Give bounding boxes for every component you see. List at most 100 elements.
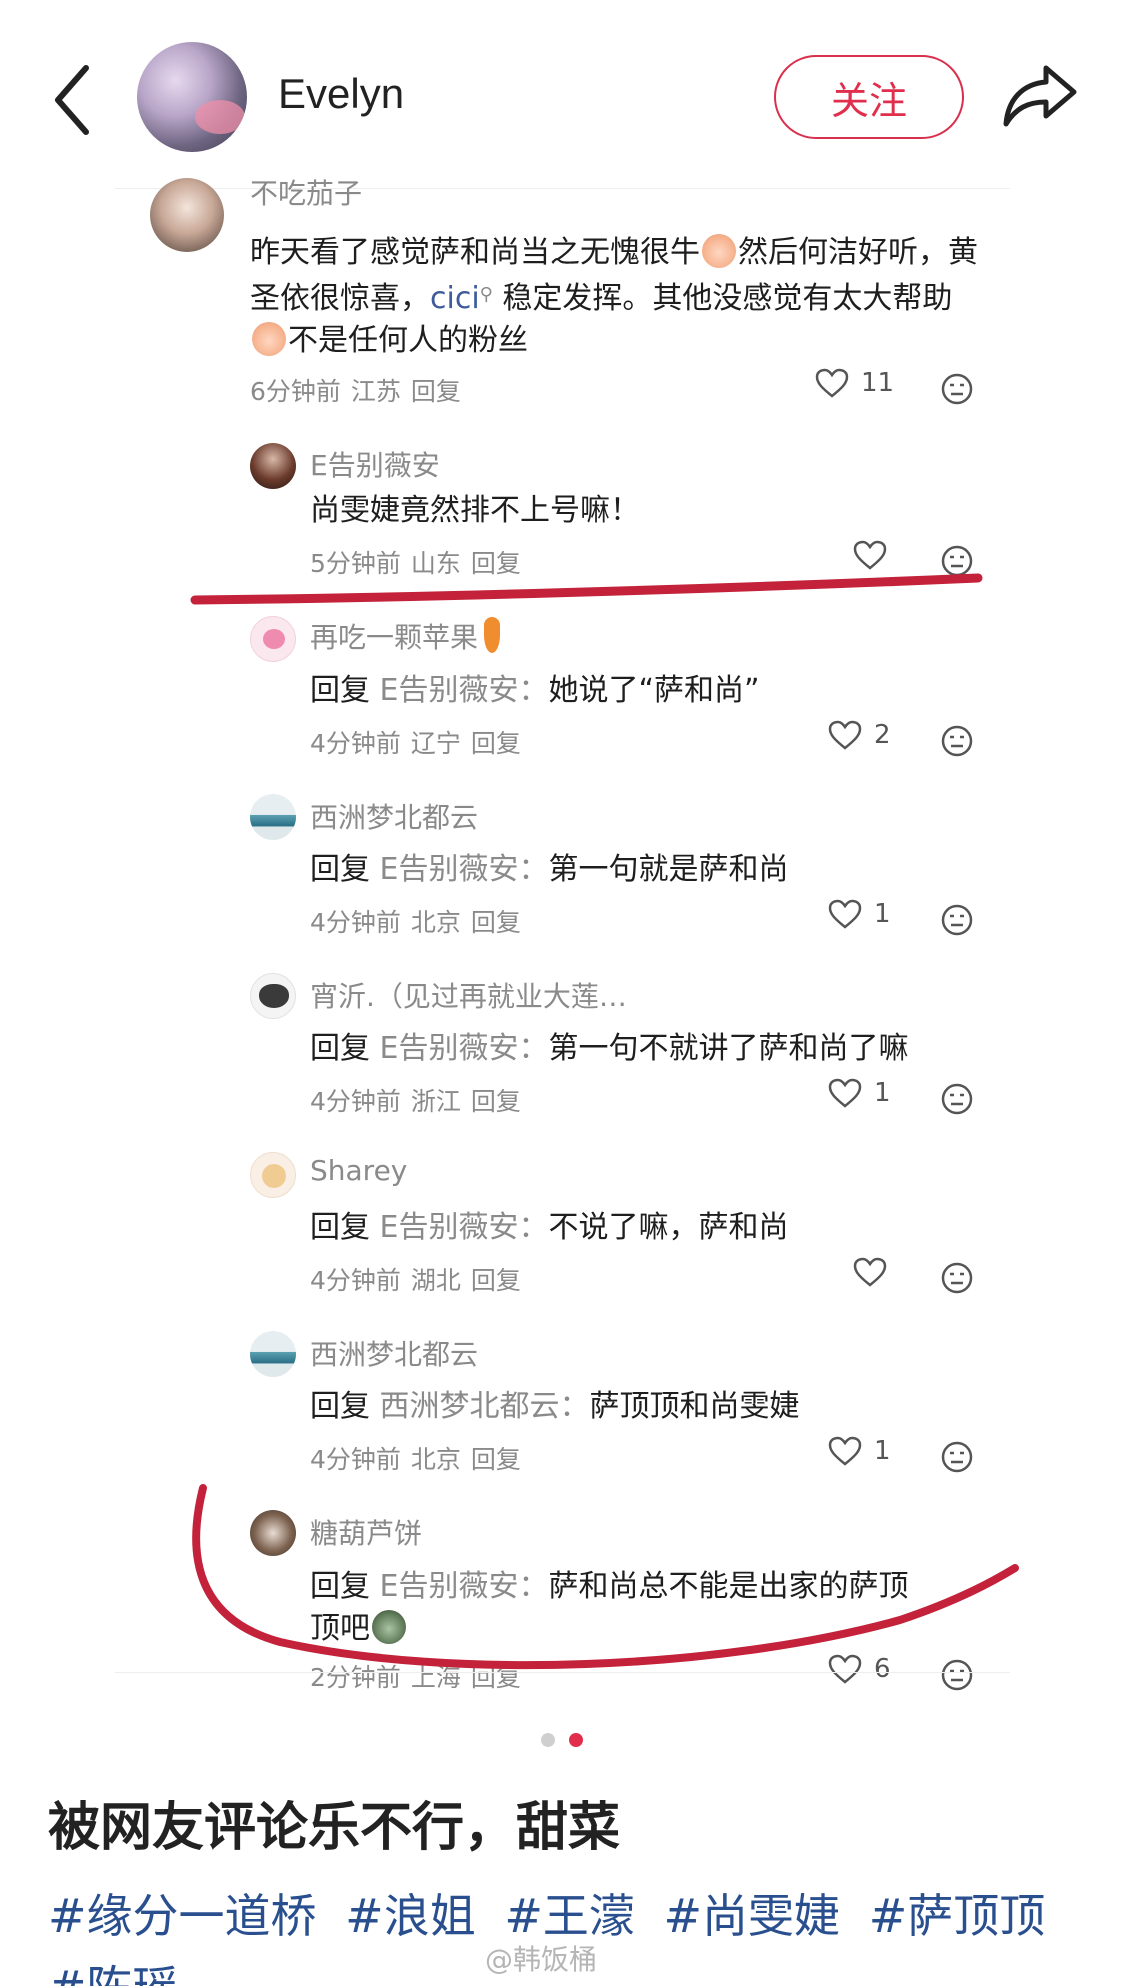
reply-prefix: 回复 [310, 1031, 370, 1066]
reply-link[interactable]: 回复 [471, 549, 521, 578]
hashtag[interactable]: #缘分一道桥 [48, 1889, 317, 1943]
reply-target[interactable]: E告别薇安： [380, 1031, 549, 1066]
reply-link[interactable]: 回复 [411, 377, 461, 406]
comment-text: 昨天看了感觉萨和尚当之无愧很牛 然后何洁好听，黄圣依很惊喜，cici⚲ 稳定发挥。… [250, 232, 990, 362]
heart-icon [853, 540, 887, 570]
like-button[interactable] [853, 1257, 899, 1287]
reply-text: 回复 E告别薇安：第一句就是萨和尚 [310, 849, 789, 891]
location: 浙江 [410, 1087, 461, 1116]
like-count: 2 [874, 720, 891, 750]
emoji-icon[interactable] [940, 903, 974, 937]
location: 江苏 [350, 377, 401, 406]
location: 山东 [410, 549, 461, 578]
like-button[interactable]: 2 [828, 720, 891, 750]
hashtag[interactable]: #浪姐 [345, 1889, 476, 1943]
reply-link[interactable]: 回复 [471, 1266, 521, 1295]
avatar [150, 178, 224, 252]
comment-username: 不吃茄子 [250, 177, 363, 210]
reply-text: 尚雯婕竟然排不上号嘛！ [310, 493, 640, 528]
comment-text-part: 不是任何人的粉丝 [288, 323, 528, 358]
like-button[interactable]: 1 [828, 899, 891, 929]
heart-icon [828, 720, 862, 750]
reply-target[interactable]: E告别薇安： [380, 1210, 549, 1245]
watermark: @韩饭桶 [485, 1943, 598, 1976]
reply-meta: 4分钟前 北京 回复 [310, 1440, 531, 1476]
reply-meta: 2分钟前 上海 回复 [310, 1658, 531, 1694]
like-button[interactable]: 6 [828, 1654, 891, 1684]
timestamp: 6分钟前 [250, 377, 341, 406]
reply-prefix: 回复 [310, 1569, 370, 1604]
reply-link[interactable]: 回复 [471, 729, 521, 758]
reply-meta: 4分钟前 浙江 回复 [310, 1082, 531, 1118]
reply-link[interactable]: 回复 [471, 1087, 521, 1116]
reply-target[interactable]: E告别薇安： [380, 673, 549, 708]
like-button[interactable] [853, 540, 899, 570]
mention-link[interactable]: cici [430, 281, 480, 316]
follow-button[interactable]: 关注 [774, 55, 964, 139]
emoji-icon[interactable] [940, 1658, 974, 1692]
location: 上海 [410, 1663, 461, 1692]
like-button[interactable]: 1 [828, 1436, 891, 1466]
reply-target[interactable]: 西洲梦北都云： [380, 1389, 590, 1424]
cat-emoji-icon [372, 1610, 406, 1644]
reply-meta: 5分钟前 山东 回复 [310, 544, 531, 580]
avatar [250, 973, 296, 1019]
reply-link[interactable]: 回复 [471, 908, 521, 937]
hashtag[interactable]: #萨顶顶 [869, 1889, 1046, 1943]
heart-icon [815, 368, 849, 398]
share-icon[interactable] [1000, 60, 1080, 130]
heart-icon [853, 1257, 887, 1287]
like-button[interactable]: 11 [815, 368, 894, 398]
emoji-icon[interactable] [940, 544, 974, 578]
comment-screenshot: 不吃茄子 昨天看了感觉萨和尚当之无愧很牛 然后何洁好听，黄圣依很惊喜，cici⚲ … [0, 177, 1125, 1692]
comment-text-part: 稳定发挥。其他没感觉有太大帮助 [492, 281, 953, 316]
heart-icon [828, 899, 862, 929]
location: 北京 [410, 1445, 461, 1474]
timestamp: 4分钟前 [310, 1266, 401, 1295]
reply-meta: 4分钟前 辽宁 回复 [310, 724, 531, 760]
author-name[interactable]: Evelyn [278, 70, 404, 118]
reply-link[interactable]: 回复 [471, 1445, 521, 1474]
heart-icon [828, 1436, 862, 1466]
hashtag[interactable]: #尚雯婕 [664, 1889, 841, 1943]
reply-target[interactable]: E告别薇安： [380, 1569, 549, 1604]
like-count: 11 [861, 368, 895, 398]
heart-icon [828, 1654, 862, 1684]
reply-body: 第一句就是萨和尚 [548, 852, 789, 887]
reply-text: 回复 西洲梦北都云：萨顶顶和尚雯婕 [310, 1386, 800, 1428]
avatar [250, 1510, 296, 1556]
reply-username-text: 再吃一颗苹果 [310, 621, 479, 654]
emoji-icon[interactable] [940, 724, 974, 758]
like-count: 1 [874, 1436, 891, 1466]
location: 湖北 [410, 1266, 461, 1295]
emoji-icon[interactable] [940, 1261, 974, 1295]
reply-target[interactable]: E告别薇安： [380, 852, 549, 887]
top-bar: Evelyn 关注 [0, 0, 1125, 180]
like-count: 1 [874, 899, 891, 929]
hashtag[interactable]: #王濛 [504, 1889, 635, 1943]
avatar [250, 794, 296, 840]
reply-text: 回复 E告别薇安：她说了“萨和尚” [310, 670, 760, 712]
pager-dot-active[interactable] [569, 1733, 583, 1747]
author-avatar[interactable] [137, 42, 247, 152]
reply-meta: 4分钟前 湖北 回复 [310, 1261, 531, 1297]
reply-username: E告别薇安 [310, 449, 440, 482]
reply-link[interactable]: 回复 [471, 1663, 521, 1692]
reply-username: 西洲梦北都云 [310, 1338, 479, 1371]
avatar [250, 1152, 296, 1198]
emoji-icon[interactable] [940, 372, 974, 406]
emoji-icon[interactable] [940, 1440, 974, 1474]
hashtag[interactable]: #陈瑶 [48, 1961, 179, 1986]
avatar [250, 1331, 296, 1377]
timestamp: 4分钟前 [310, 1445, 401, 1474]
like-count: 6 [874, 1654, 891, 1684]
pager-dot[interactable] [541, 1733, 555, 1747]
emoji-icon[interactable] [940, 1082, 974, 1116]
like-button[interactable]: 1 [828, 1078, 891, 1108]
crying-emoji-icon [252, 322, 286, 356]
reply-text: 回复 E告别薇安：不说了嘛，萨和尚 [310, 1207, 789, 1249]
timestamp: 5分钟前 [310, 549, 401, 578]
reply-username: 宵沂.（见过再就业大莲… [310, 980, 627, 1013]
back-icon[interactable] [48, 60, 98, 140]
crying-emoji-icon [702, 234, 736, 268]
